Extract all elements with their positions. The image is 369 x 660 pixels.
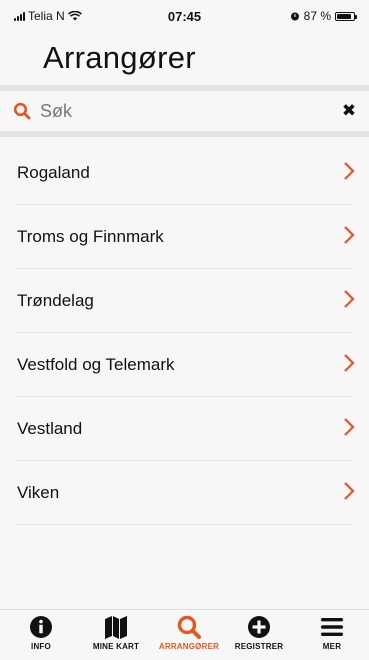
tab-mer[interactable]: MER bbox=[295, 614, 369, 651]
menu-icon bbox=[321, 618, 343, 636]
tab-bar: INFO MINE KART ARRANGØRER REGISTRER MER bbox=[0, 609, 369, 660]
list-item-label: Trøndelag bbox=[17, 291, 94, 310]
list-item[interactable]: Troms og Finnmark bbox=[0, 205, 369, 269]
page-title: Arrangører bbox=[43, 40, 196, 75]
tab-label: INFO bbox=[31, 642, 51, 651]
search-bar: ✖ bbox=[0, 91, 369, 131]
tab-label: ARRANGØRER bbox=[158, 642, 220, 651]
list-item[interactable]: Vestland bbox=[0, 397, 369, 461]
list-item[interactable]: Rogaland bbox=[0, 141, 369, 205]
chevron-right-icon bbox=[344, 290, 355, 308]
map-icon bbox=[105, 616, 127, 639]
list-item[interactable]: Vestfold og Telemark bbox=[0, 333, 369, 397]
list-item-label: Rogaland bbox=[17, 163, 90, 182]
battery-percent: 87 % bbox=[303, 9, 331, 23]
chevron-right-icon bbox=[344, 482, 355, 500]
status-right: 87 % bbox=[290, 9, 357, 23]
divider bbox=[17, 524, 352, 525]
tab-label: MINE KART bbox=[92, 642, 140, 651]
alarm-icon bbox=[290, 12, 299, 21]
list-item[interactable]: Trøndelag bbox=[0, 269, 369, 333]
list-item-label: Troms og Finnmark bbox=[17, 227, 164, 246]
region-list: Rogaland Troms og Finnmark Trøndelag Ves… bbox=[0, 141, 369, 525]
chevron-right-icon bbox=[344, 418, 355, 436]
tab-info[interactable]: INFO bbox=[4, 614, 78, 651]
tab-label: MER bbox=[322, 642, 342, 651]
battery-icon bbox=[335, 11, 357, 21]
search-bottom-divider bbox=[0, 131, 369, 137]
list-item[interactable]: Viken bbox=[0, 461, 369, 525]
search-input[interactable] bbox=[40, 97, 340, 125]
battery-fill bbox=[337, 13, 351, 19]
info-icon bbox=[30, 616, 52, 638]
tab-arrangorer[interactable]: ARRANGØRER bbox=[152, 614, 226, 651]
tab-registrer[interactable]: REGISTRER bbox=[222, 614, 296, 651]
search-icon bbox=[13, 102, 31, 120]
tab-mine-kart[interactable]: MINE KART bbox=[79, 614, 153, 651]
clear-search-icon[interactable]: ✖ bbox=[339, 101, 359, 121]
chevron-right-icon bbox=[344, 354, 355, 372]
status-bar: Telia N 07:45 87 % bbox=[0, 0, 369, 30]
plus-circle-icon bbox=[248, 616, 270, 638]
list-item-label: Viken bbox=[17, 483, 60, 502]
tab-label: REGISTRER bbox=[234, 642, 284, 651]
chevron-right-icon bbox=[344, 226, 355, 244]
search-icon bbox=[177, 615, 201, 639]
list-item-label: Vestland bbox=[17, 419, 83, 438]
chevron-right-icon bbox=[344, 162, 355, 180]
list-item-label: Vestfold og Telemark bbox=[17, 355, 175, 374]
